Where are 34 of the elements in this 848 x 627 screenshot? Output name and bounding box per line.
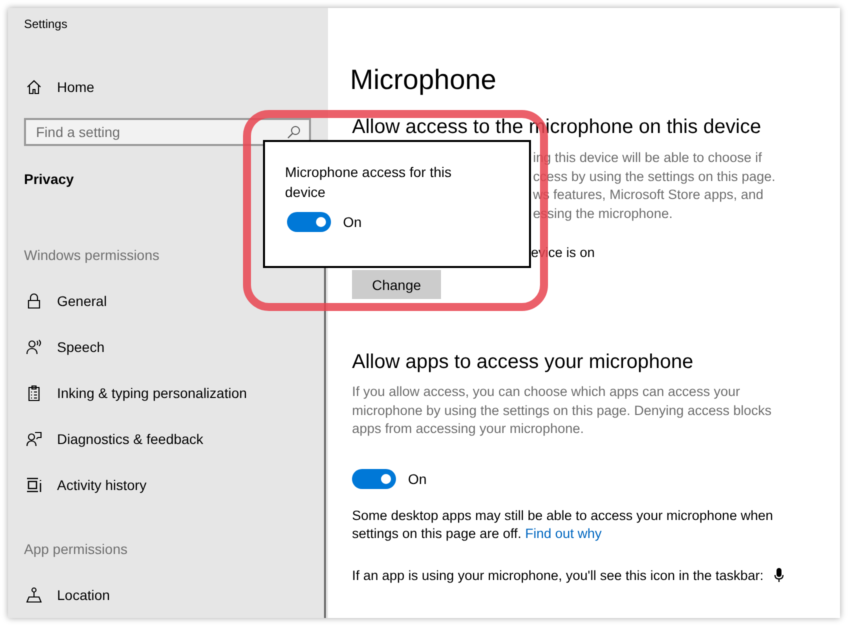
nav-item[interactable]: Location bbox=[24, 572, 110, 618]
search-icon bbox=[287, 125, 301, 140]
lock-icon bbox=[26, 293, 42, 310]
description-text: If you allow access, you can choose which apps can access your microphone by using the settings on this page. Denying access blocks apps from accessing your microphone. bbox=[352, 383, 772, 438]
popup-title: Microphone access for this device bbox=[285, 163, 453, 202]
section-title: Privacy bbox=[24, 170, 74, 190]
toggle-label: On bbox=[408, 470, 427, 486]
toggle-label: On bbox=[343, 214, 362, 230]
microphone-icon bbox=[774, 568, 784, 582]
clipboard-icon bbox=[26, 385, 42, 402]
home-nav-item[interactable]: Home bbox=[24, 68, 226, 106]
location-icon bbox=[26, 587, 42, 604]
section-heading: Allow apps to access your microphone bbox=[352, 350, 694, 375]
description-text: ws features, Microsoft Store apps, and bbox=[533, 186, 764, 204]
group-heading: Windows permissions bbox=[24, 246, 160, 266]
nav-item[interactable]: Inking & typing personalization bbox=[24, 370, 247, 416]
nav-item[interactable]: Speech bbox=[24, 324, 104, 370]
home-icon bbox=[26, 79, 42, 96]
speech-icon bbox=[26, 339, 42, 356]
page-title: Microphone bbox=[350, 63, 496, 97]
note-text: Some desktop apps may still be able to access your microphone when settings on this page are off. Find out why bbox=[352, 506, 774, 543]
taskbar-note-text: If an app is using your microphone, you'll see this icon in the taskbar: bbox=[352, 568, 764, 582]
group-heading: App permissions bbox=[24, 540, 128, 560]
toggle-switch[interactable] bbox=[287, 212, 331, 232]
nav-item[interactable]: Activity history bbox=[24, 462, 146, 508]
window-title: Settings bbox=[24, 16, 68, 32]
toggle-switch[interactable] bbox=[352, 468, 396, 488]
search-field[interactable]: Find a setting bbox=[24, 118, 311, 146]
nav-item[interactable]: General bbox=[24, 278, 107, 324]
find-out-why-link[interactable]: Find out why bbox=[525, 526, 602, 541]
activity-icon bbox=[26, 477, 42, 494]
person-feedback-icon bbox=[26, 431, 42, 448]
change-button[interactable]: Change bbox=[352, 270, 441, 299]
nav-item[interactable]: Diagnostics & feedback bbox=[24, 416, 204, 462]
